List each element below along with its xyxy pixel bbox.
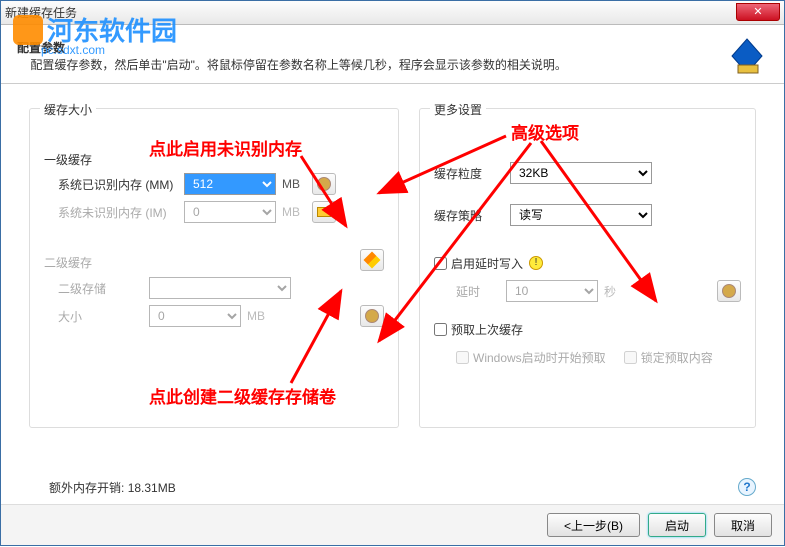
start-button[interactable]: 启动 bbox=[648, 513, 706, 537]
warning-icon: ! bbox=[529, 256, 543, 270]
im-label: 系统未识别内存 (IM) bbox=[58, 204, 178, 221]
body-area: 缓存大小 一级缓存 系统已识别内存 (MM) 512 MB 系统未识别内存 (I… bbox=[1, 84, 784, 478]
im-select: 0 bbox=[184, 201, 276, 223]
l1-cache-label: 一级缓存 bbox=[44, 151, 384, 168]
strategy-label: 缓存策略 bbox=[434, 207, 504, 224]
dialog-window: 新建缓存任务 ✕ 配置参数 配置缓存参数，然后单击"启动"。将鼠标停留在参数名称… bbox=[0, 0, 785, 546]
mm-label: 系统已识别内存 (MM) bbox=[58, 176, 178, 193]
cache-size-group: 缓存大小 一级缓存 系统已识别内存 (MM) 512 MB 系统未识别内存 (I… bbox=[29, 108, 399, 428]
l2-cache-label: 二级缓存 bbox=[44, 254, 354, 271]
header-title: 配置参数 bbox=[17, 41, 65, 55]
defer-write-checkbox[interactable]: 启用延时写入 bbox=[434, 255, 523, 272]
mm-unit: MB bbox=[282, 177, 306, 191]
footer-status: 额外内存开销: 18.31MB ? bbox=[1, 478, 784, 504]
back-button[interactable]: <上一步(B) bbox=[547, 513, 640, 537]
window-title: 新建缓存任务 bbox=[5, 4, 77, 21]
mm-select[interactable]: 512 bbox=[184, 173, 276, 195]
l2-create-icon[interactable] bbox=[360, 249, 384, 271]
header-band: 配置参数 配置缓存参数，然后单击"启动"。将鼠标停留在参数名称上等候几秒，程序会… bbox=[1, 25, 784, 84]
header-text: 配置参数 配置缓存参数，然后单击"启动"。将鼠标停留在参数名称上等候几秒，程序会… bbox=[17, 39, 567, 73]
prefetch-last-checkbox[interactable]: 预取上次缓存 bbox=[434, 321, 523, 338]
mm-advanced-icon[interactable] bbox=[312, 173, 336, 195]
size-unit: MB bbox=[247, 309, 271, 323]
header-desc: 配置缓存参数，然后单击"启动"。将鼠标停留在参数名称上等候几秒，程序会显示该参数… bbox=[30, 58, 567, 72]
cancel-button[interactable]: 取消 bbox=[714, 513, 772, 537]
help-icon[interactable]: ? bbox=[738, 478, 756, 496]
more-settings-group: 更多设置 缓存粒度 32KB 缓存策略 读写 启用延时写入 ! 延时 bbox=[419, 108, 756, 428]
delay-select: 10 bbox=[506, 280, 598, 302]
strategy-select[interactable]: 读写 bbox=[510, 204, 652, 226]
wizard-icon bbox=[726, 35, 768, 77]
im-enable-icon[interactable] bbox=[312, 201, 336, 223]
button-bar: <上一步(B) 启动 取消 bbox=[1, 504, 784, 545]
size-select: 0 bbox=[149, 305, 241, 327]
more-settings-legend: 更多设置 bbox=[430, 101, 486, 118]
prefetch-boot-checkbox: Windows启动时开始预取 bbox=[456, 349, 606, 366]
im-unit: MB bbox=[282, 205, 306, 219]
overhead-label: 额外内存开销: bbox=[49, 481, 124, 495]
cache-size-legend: 缓存大小 bbox=[40, 101, 96, 118]
delay-unit: 秒 bbox=[604, 283, 628, 300]
delay-label: 延时 bbox=[456, 283, 500, 300]
delay-advanced-icon[interactable] bbox=[717, 280, 741, 302]
titlebar: 新建缓存任务 ✕ bbox=[1, 1, 784, 25]
overhead-value: 18.31MB bbox=[128, 481, 176, 495]
granularity-label: 缓存粒度 bbox=[434, 165, 504, 182]
storage-select bbox=[149, 277, 291, 299]
granularity-select[interactable]: 32KB bbox=[510, 162, 652, 184]
close-button[interactable]: ✕ bbox=[736, 3, 780, 21]
storage-label: 二级存储 bbox=[58, 280, 143, 297]
size-label: 大小 bbox=[58, 308, 143, 325]
lock-prefetch-checkbox: 锁定预取内容 bbox=[624, 349, 713, 366]
l2-advanced-icon[interactable] bbox=[360, 305, 384, 327]
